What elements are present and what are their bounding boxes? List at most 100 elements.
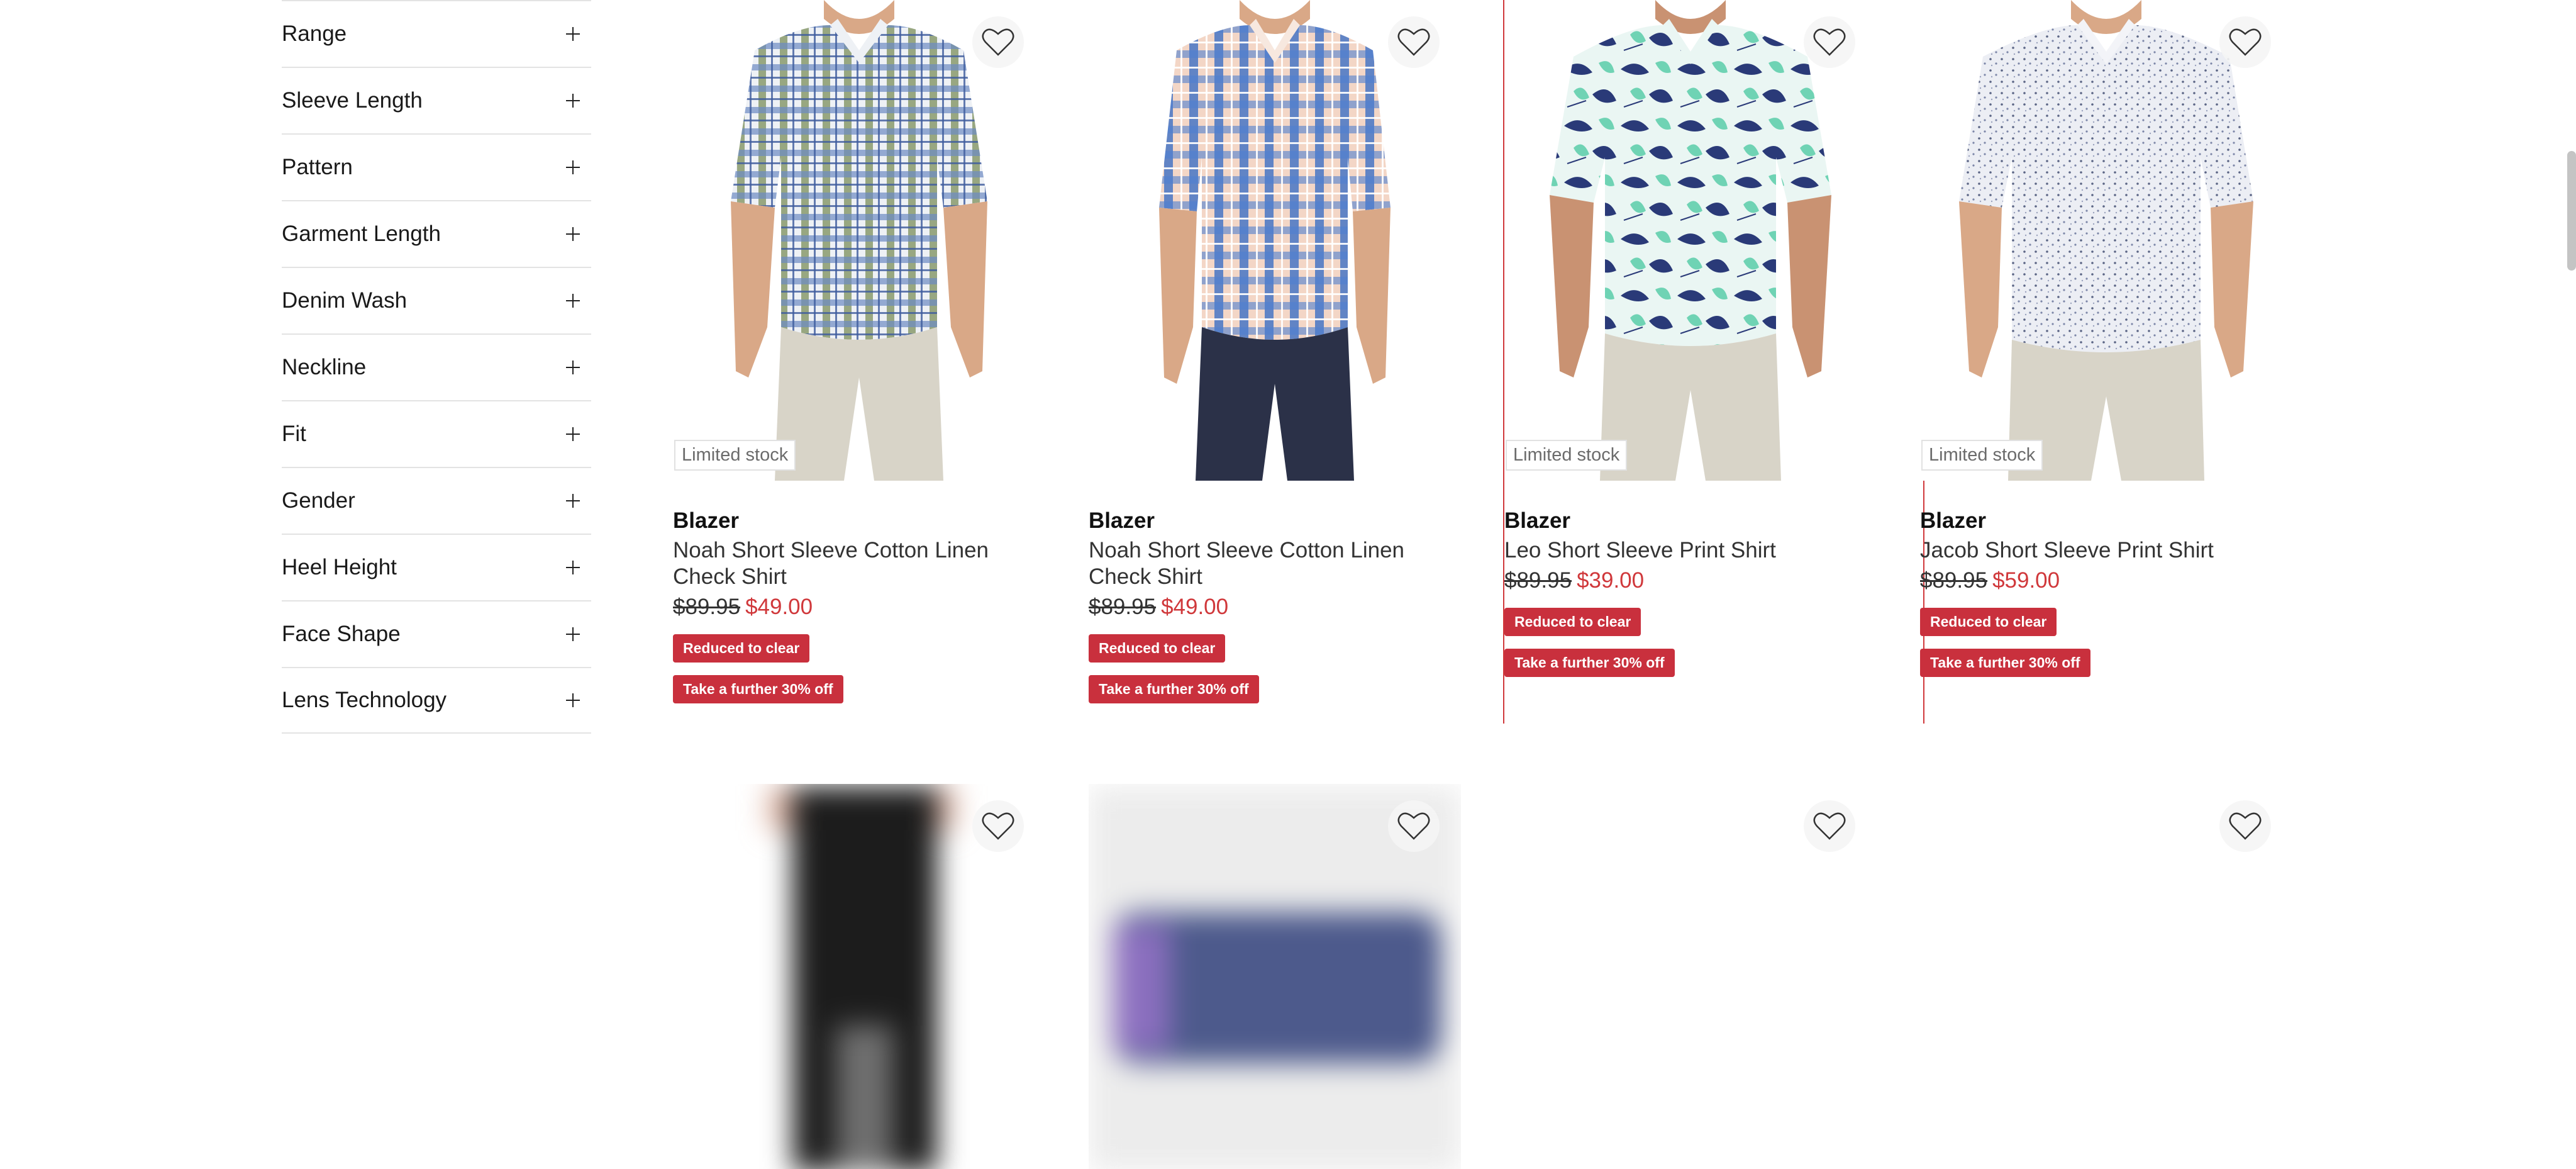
wishlist-button[interactable] (972, 800, 1024, 852)
plus-icon[interactable] (566, 627, 580, 641)
plus-icon[interactable] (566, 94, 580, 108)
product-card-loading[interactable] (1504, 784, 1877, 1169)
heart-outline-icon (1813, 812, 1846, 840)
filter-label: Fit (282, 422, 306, 446)
filter-sidebar: Range Sleeve Length Pattern Garment Leng… (282, 0, 591, 734)
was-price: $89.95 (1920, 568, 1988, 593)
reduced-to-clear-tag: Reduced to clear (1504, 608, 1641, 636)
plus-icon[interactable] (566, 160, 580, 174)
now-price: $39.00 (1577, 568, 1645, 593)
filter-sleeve-length[interactable]: Sleeve Length (282, 67, 591, 133)
product-image[interactable] (673, 784, 1045, 1169)
product-brand[interactable]: Blazer (1089, 508, 1461, 534)
filter-label: Denim Wash (282, 288, 408, 313)
wishlist-button[interactable] (1804, 16, 1855, 68)
shirt-model-image (1159, 0, 1391, 481)
product-name[interactable]: Noah Short Sleeve Cotton Linen Check Shi… (1089, 537, 1461, 590)
plus-icon[interactable] (566, 227, 580, 241)
wishlist-button[interactable] (1804, 800, 1855, 852)
product-brand[interactable]: Blazer (673, 508, 1045, 534)
product-card[interactable]: Limited stock Blazer Leo Short Sleeve Pr… (1503, 0, 1924, 724)
product-name[interactable]: Leo Short Sleeve Print Shirt (1504, 537, 1877, 564)
filter-pattern[interactable]: Pattern (282, 133, 591, 200)
further-discount-tag: Take a further 30% off (1920, 649, 2090, 677)
filter-label: Garment Length (282, 221, 441, 246)
filter-label: Sleeve Length (282, 88, 423, 113)
product-image[interactable]: Limited stock (673, 0, 1045, 481)
was-price: $89.95 (1089, 595, 1157, 619)
shirt-model-image (1959, 0, 2253, 481)
filter-lens-technology[interactable]: Lens Technology (282, 667, 591, 734)
filter-label: Lens Technology (282, 688, 447, 712)
product-image[interactable]: Limited stock (1504, 0, 1877, 481)
now-price: $49.00 (1161, 595, 1229, 619)
heart-outline-icon (1397, 28, 1430, 56)
product-image[interactable] (1920, 784, 2292, 1169)
filter-face-shape[interactable]: Face Shape (282, 600, 591, 667)
limited-stock-badge: Limited stock (1506, 440, 1628, 471)
wishlist-button[interactable] (1388, 800, 1440, 852)
heart-outline-icon (2229, 28, 2262, 56)
shirt-model-image (1550, 0, 1831, 481)
heart-outline-icon (982, 812, 1014, 840)
product-card-loading[interactable] (1089, 784, 1461, 1169)
filter-fit[interactable]: Fit (282, 400, 591, 467)
was-price: $89.95 (1504, 568, 1572, 593)
wishlist-button[interactable] (2219, 16, 2271, 68)
now-price: $59.00 (1992, 568, 2060, 593)
filter-label: Gender (282, 488, 355, 513)
heart-outline-icon (982, 28, 1014, 56)
reduced-to-clear-tag: Reduced to clear (1920, 608, 2057, 636)
now-price: $49.00 (745, 595, 813, 619)
wishlist-button[interactable] (1388, 16, 1440, 68)
further-discount-tag: Take a further 30% off (673, 675, 843, 703)
filter-neckline[interactable]: Neckline (282, 333, 591, 400)
product-image[interactable]: Limited stock (1920, 0, 2292, 481)
plus-icon[interactable] (566, 693, 580, 707)
shirt-model-image (731, 0, 987, 481)
limited-stock-badge: Limited stock (674, 440, 796, 471)
product-prices: $89.95 $49.00 (1089, 594, 1461, 620)
product-image[interactable] (1089, 784, 1461, 1169)
product-image[interactable] (1089, 0, 1461, 481)
product-card[interactable]: Blazer Noah Short Sleeve Cotton Linen Ch… (1089, 0, 1461, 703)
product-name[interactable]: Noah Short Sleeve Cotton Linen Check Shi… (673, 537, 1045, 590)
product-card-loading[interactable] (673, 784, 1045, 1169)
plus-icon[interactable] (566, 427, 580, 441)
product-card[interactable]: Limited stock Blazer Jacob Short Sleeve … (1920, 0, 2292, 677)
filter-gender[interactable]: Gender (282, 467, 591, 534)
heart-outline-icon (1813, 28, 1846, 56)
filter-denim-wash[interactable]: Denim Wash (282, 267, 591, 333)
filter-label: Range (282, 21, 347, 46)
page-scrollbar[interactable] (2567, 151, 2576, 271)
plus-icon[interactable] (566, 561, 580, 574)
heart-outline-icon (2229, 812, 2262, 840)
plus-icon[interactable] (566, 27, 580, 41)
filter-label: Heel Height (282, 555, 397, 579)
product-prices: $89.95 $39.00 (1504, 568, 1877, 594)
promo-tags: Reduced to clear Take a further 30% off (1504, 594, 1877, 677)
product-image[interactable] (1504, 784, 1877, 1169)
product-brand[interactable]: Blazer (1504, 508, 1877, 534)
plus-icon[interactable] (566, 361, 580, 374)
plus-icon[interactable] (566, 494, 580, 508)
further-discount-tag: Take a further 30% off (1089, 675, 1259, 703)
promo-tags: Reduced to clear Take a further 30% off (1920, 594, 2292, 677)
wishlist-button[interactable] (2219, 800, 2271, 852)
filter-range[interactable]: Range (282, 0, 591, 67)
product-brand[interactable]: Blazer (1920, 508, 2292, 534)
product-card[interactable]: Limited stock Blazer Noah Short Sleeve C… (673, 0, 1045, 703)
was-price: $89.95 (673, 595, 741, 619)
promo-tags: Reduced to clear Take a further 30% off (1089, 620, 1461, 703)
promo-tags: Reduced to clear Take a further 30% off (673, 620, 1045, 703)
product-prices: $89.95 $59.00 (1920, 568, 2292, 594)
filter-garment-length[interactable]: Garment Length (282, 200, 591, 267)
product-card-loading[interactable] (1920, 784, 2292, 1169)
product-name[interactable]: Jacob Short Sleeve Print Shirt (1920, 537, 2292, 564)
filter-label: Face Shape (282, 622, 401, 646)
filter-heel-height[interactable]: Heel Height (282, 534, 591, 600)
filter-label: Pattern (282, 155, 353, 179)
reduced-to-clear-tag: Reduced to clear (1089, 634, 1226, 663)
plus-icon[interactable] (566, 294, 580, 308)
wishlist-button[interactable] (972, 16, 1024, 68)
